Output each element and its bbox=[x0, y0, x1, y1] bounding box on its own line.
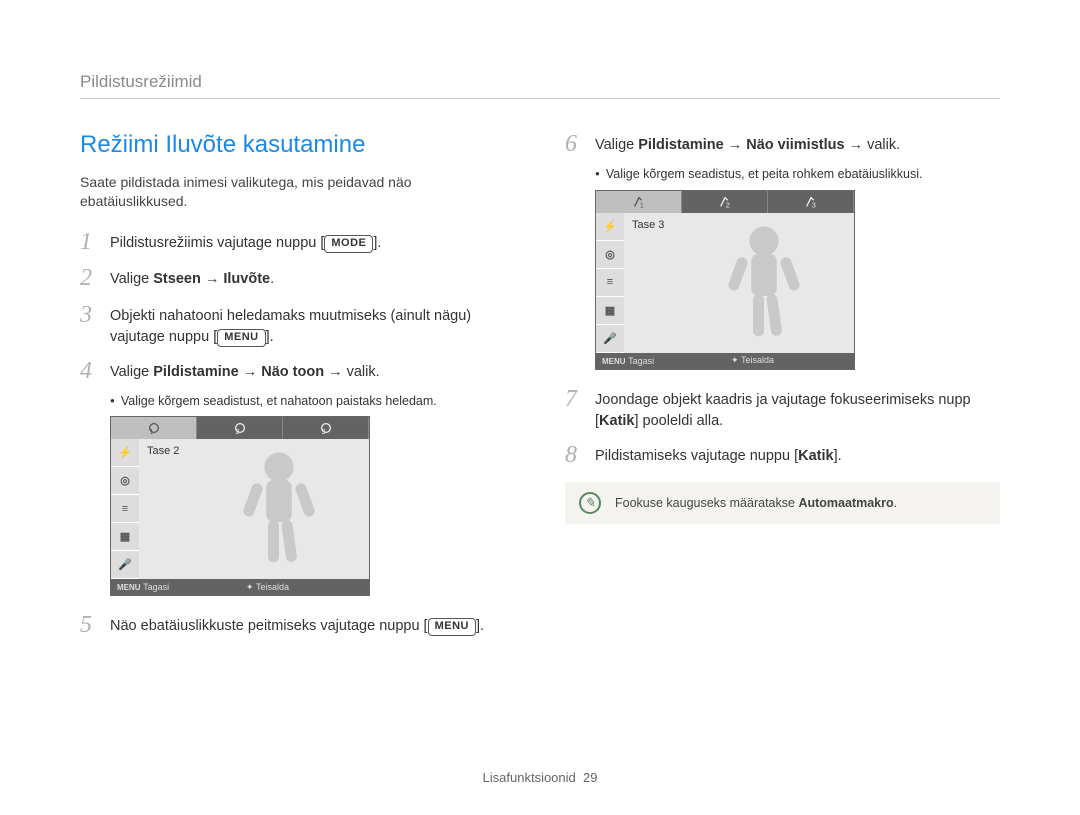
step-number: 3 bbox=[80, 302, 110, 348]
step-bold: Stseen → Iluvõte bbox=[153, 271, 270, 287]
step-number: 2 bbox=[80, 265, 110, 291]
menu-icon: MENU bbox=[217, 329, 265, 347]
menu-icon: MENU bbox=[428, 618, 476, 636]
step-5: 5 Näo ebatäiuslikkuste peitmiseks vajuta… bbox=[80, 612, 515, 638]
camera-screen-2: 1 2 3 ⚡ ◎ ≡ ▦ 🎤 Tase 3 MENU Tagasi ✦ bbox=[595, 190, 855, 370]
step-text: ]. bbox=[266, 329, 274, 345]
step-number: 6 bbox=[565, 131, 595, 157]
ev-icon: ▦ bbox=[596, 297, 624, 325]
step-4-bullet: Valige kõrgem seadistust, et nahatoon pa… bbox=[110, 394, 515, 408]
voice-icon: 🎤 bbox=[111, 551, 139, 579]
step-number: 4 bbox=[80, 358, 110, 384]
footer-page: 29 bbox=[583, 770, 597, 785]
svg-text:1: 1 bbox=[149, 430, 153, 436]
face-icon-1: 1 bbox=[111, 417, 197, 439]
step-text: Näo ebatäiuslikkuste peitmiseks vajutage… bbox=[110, 618, 428, 634]
screen-sidebar: ⚡ ◎ ≡ ▦ 🎤 bbox=[111, 439, 139, 579]
step-text: ] pooleldi alla. bbox=[635, 413, 724, 429]
step-text: Pildistamiseks vajutage nuppu [ bbox=[595, 448, 798, 464]
note-icon: ✎ bbox=[579, 492, 601, 514]
footer-section: Lisafunktsioonid bbox=[483, 770, 576, 785]
page-footer: Lisafunktsioonid 29 bbox=[0, 770, 1080, 785]
svg-text:3: 3 bbox=[811, 202, 815, 209]
screen-top-bar: 1 2 3 bbox=[596, 191, 854, 213]
step-number: 8 bbox=[565, 442, 595, 468]
screen-sidebar: ⚡ ◎ ≡ ▦ 🎤 bbox=[596, 213, 624, 353]
back-label: Tagasi bbox=[143, 582, 169, 592]
bars-icon: ≡ bbox=[111, 495, 139, 523]
intro-text: Saate pildistada inimesi valikutega, mis… bbox=[80, 173, 515, 211]
move-label: Teisalda bbox=[256, 582, 289, 592]
left-column: Režiimi Iluvõte kasutamine Saate pildist… bbox=[80, 131, 515, 649]
right-column: 6 Valige Pildistamine → Näo viimistlus →… bbox=[565, 131, 1000, 649]
flash-icon: ⚡ bbox=[596, 213, 624, 241]
page-title: Režiimi Iluvõte kasutamine bbox=[80, 131, 515, 159]
ev-icon: ▦ bbox=[111, 523, 139, 551]
person-silhouette bbox=[219, 447, 339, 575]
step-7: 7 Joondage objekt kaadris ja vajutage fo… bbox=[565, 386, 1000, 432]
step-number: 1 bbox=[80, 229, 110, 255]
svg-text:2: 2 bbox=[725, 202, 729, 209]
step-4: 4 Valige Pildistamine → Näo toon → valik… bbox=[80, 358, 515, 384]
move-label: Teisalda bbox=[741, 355, 774, 365]
step-bold: Katik bbox=[599, 413, 634, 429]
voice-icon: 🎤 bbox=[596, 325, 624, 353]
person-silhouette bbox=[704, 221, 824, 349]
step-bold: Pildistamine → Näo viimistlus bbox=[638, 137, 844, 153]
step-1: 1 Pildistusrežiimis vajutage nuppu [MODE… bbox=[80, 229, 515, 255]
step-text: Valige bbox=[595, 137, 638, 153]
note-box: ✎ Fookuse kauguseks määratakse Automaatm… bbox=[565, 482, 1000, 524]
level-label: Tase 2 bbox=[147, 445, 179, 457]
camera-screen-1: 1 2 3 ⚡ ◎ ≡ ▦ 🎤 Tase 2 MENU Tagasi ✦ bbox=[110, 416, 370, 596]
step-bold: Katik bbox=[798, 448, 833, 464]
level-label: Tase 3 bbox=[632, 219, 664, 231]
back-label: Tagasi bbox=[628, 356, 654, 366]
step-6-bullet: Valige kõrgem seadistus, et peita rohkem… bbox=[595, 167, 1000, 181]
note-bold: Automaatmakro bbox=[798, 496, 893, 510]
step-3: 3 Objekti nahatooni heledamaks muutmisek… bbox=[80, 302, 515, 348]
step-6: 6 Valige Pildistamine → Näo viimistlus →… bbox=[565, 131, 1000, 157]
note-text: . bbox=[894, 496, 897, 510]
flash-icon: ⚡ bbox=[111, 439, 139, 467]
face-icon-3: 3 bbox=[283, 417, 369, 439]
step-text: ]. bbox=[373, 235, 381, 251]
step-text: → valik. bbox=[324, 364, 380, 380]
retouch-icon-2: 2 bbox=[682, 191, 768, 213]
step-number: 5 bbox=[80, 612, 110, 638]
step-text: Valige bbox=[110, 364, 153, 380]
target-icon: ◎ bbox=[111, 467, 139, 495]
menu-label: MENU bbox=[602, 357, 626, 366]
step-text: → valik. bbox=[845, 137, 901, 153]
note-text: Fookuse kauguseks määratakse bbox=[615, 496, 798, 510]
step-number: 7 bbox=[565, 386, 595, 432]
step-bold: Pildistamine → Näo toon bbox=[153, 364, 324, 380]
step-text: ]. bbox=[476, 618, 484, 634]
step-text: Pildistusrežiimis vajutage nuppu [ bbox=[110, 235, 324, 251]
step-2: 2 Valige Stseen → Iluvõte. bbox=[80, 265, 515, 291]
face-icon-2: 2 bbox=[197, 417, 283, 439]
step-8: 8 Pildistamiseks vajutage nuppu [Katik]. bbox=[565, 442, 1000, 468]
step-text: Valige bbox=[110, 271, 153, 287]
breadcrumb: Pildistusrežiimid bbox=[80, 72, 1000, 99]
retouch-icon-3: 3 bbox=[768, 191, 854, 213]
step-text: . bbox=[270, 271, 274, 287]
step-text: ]. bbox=[834, 448, 842, 464]
screen-bottom-bar: MENU Tagasi ✦ Teisalda bbox=[596, 353, 854, 369]
screen-top-bar: 1 2 3 bbox=[111, 417, 369, 439]
mode-icon: MODE bbox=[324, 235, 373, 253]
svg-text:1: 1 bbox=[639, 202, 643, 209]
retouch-icon-1: 1 bbox=[596, 191, 682, 213]
step-text: Objekti nahatooni heledamaks muutmiseks … bbox=[110, 308, 471, 345]
target-icon: ◎ bbox=[596, 241, 624, 269]
svg-text:2: 2 bbox=[235, 430, 239, 436]
menu-label: MENU bbox=[117, 583, 141, 592]
svg-text:3: 3 bbox=[321, 430, 325, 436]
screen-bottom-bar: MENU Tagasi ✦ Teisalda bbox=[111, 579, 369, 595]
bars-icon: ≡ bbox=[596, 269, 624, 297]
